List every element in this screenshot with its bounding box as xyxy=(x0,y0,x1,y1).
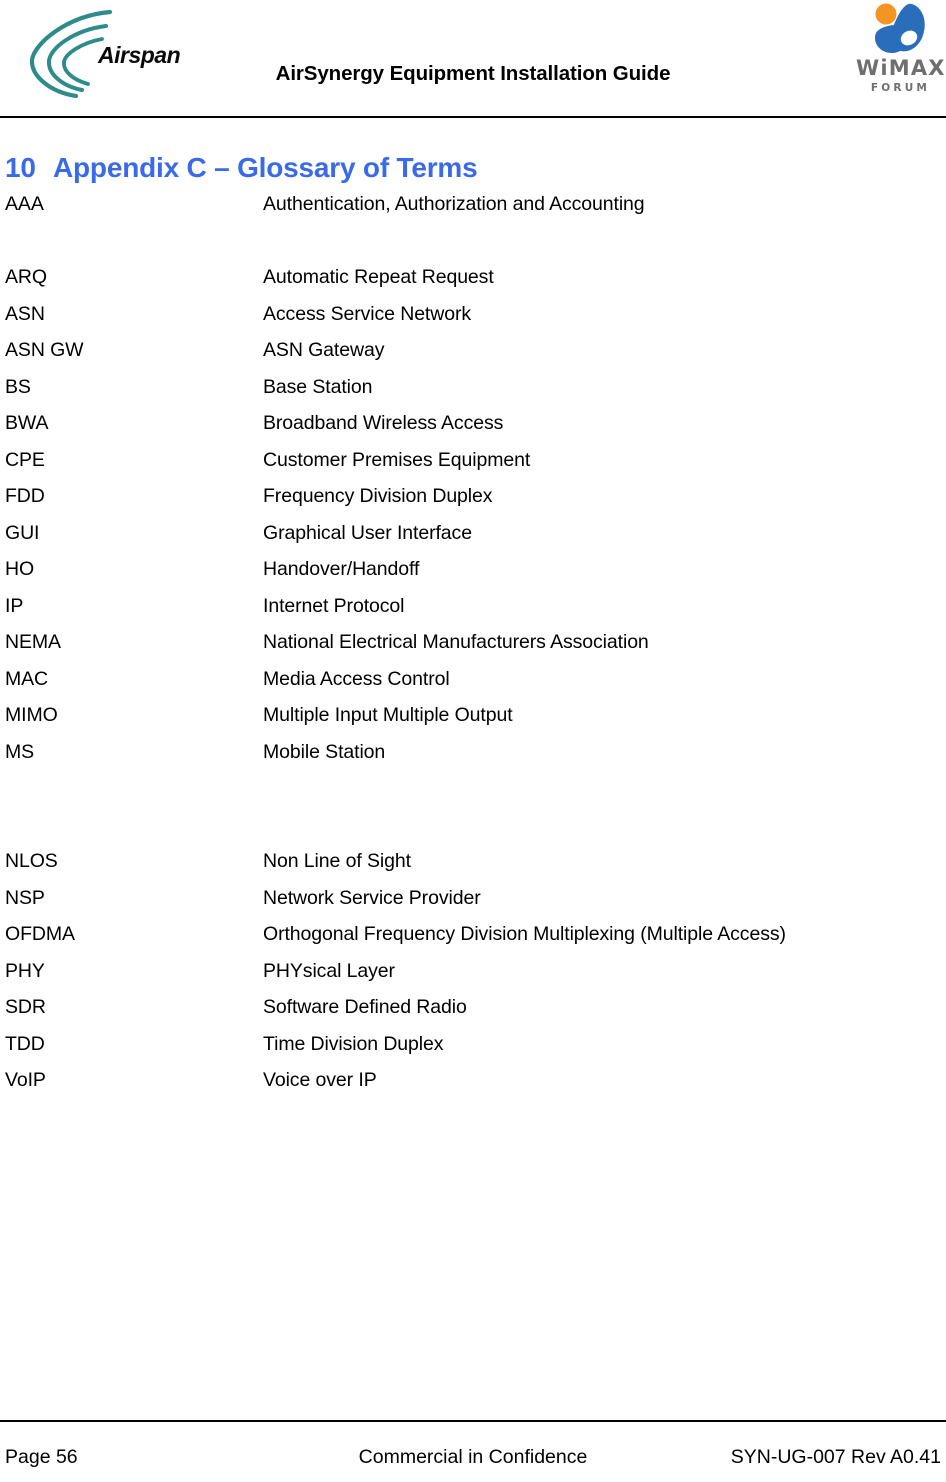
footer-divider xyxy=(0,1420,946,1422)
glossary-term: ASN GW xyxy=(5,339,84,361)
glossary-row: NLOS Non Line of Sight xyxy=(0,843,946,880)
document-reference: SYN-UG-007 Rev A0.41 xyxy=(730,1446,941,1468)
glossary-row: GUI Graphical User Interface xyxy=(0,515,946,552)
glossary-term: OFDMA xyxy=(5,923,75,945)
glossary-row: ASN GW ASN Gateway xyxy=(0,332,946,369)
glossary-definition: National Electrical Manufacturers Associ… xyxy=(263,631,649,653)
section-number: 10 xyxy=(5,151,36,183)
glossary-row: BS Base Station xyxy=(0,369,946,406)
section-title-text: Appendix C – Glossary of Terms xyxy=(53,151,478,183)
glossary-definition: Non Line of Sight xyxy=(263,850,411,872)
glossary-definition: Access Service Network xyxy=(263,302,472,325)
glossary-term: IP xyxy=(5,594,24,617)
page-footer: Page 56 Commercial in Confidence SYN-UG-… xyxy=(0,1420,946,1482)
glossary-row: SDR Software Defined Radio xyxy=(0,989,946,1026)
glossary-term: FDD xyxy=(5,485,45,507)
glossary-term: PHY xyxy=(5,959,45,982)
glossary-definition: Mobile Station xyxy=(263,740,386,763)
page-header: Airspan AirSynergy Equipment Installatio… xyxy=(0,0,946,118)
glossary-term: NEMA xyxy=(5,631,61,653)
glossary-row: MS Mobile Station xyxy=(0,734,946,771)
wimax-wordmark: WiMAX xyxy=(856,56,946,80)
glossary-spacer xyxy=(0,223,946,260)
glossary-term: NLOS xyxy=(5,850,58,872)
glossary-row: FDD Frequency Division Duplex xyxy=(0,478,946,515)
glossary-definition: Graphical User Interface xyxy=(263,521,472,544)
glossary-row: MAC Media Access Control xyxy=(0,661,946,698)
glossary-definition: Media Access Control xyxy=(263,667,450,690)
glossary-spacer xyxy=(0,770,946,807)
glossary-row: VoIP Voice over IP xyxy=(0,1062,946,1099)
glossary-definition: Multiple Input Multiple Output xyxy=(263,704,513,726)
glossary-list: AAA Authentication, Authorization and Acc… xyxy=(0,186,946,1099)
glossary-term: MS xyxy=(5,740,35,763)
glossary-row: NEMA National Electrical Manufacturers As… xyxy=(0,624,946,661)
glossary-term: AAA xyxy=(5,193,44,215)
glossary-term: NSP xyxy=(5,886,45,909)
glossary-definition: PHYsical Layer xyxy=(263,959,395,982)
glossary-row: BWA Broadband Wireless Access xyxy=(0,405,946,442)
glossary-row: OFDMA Orthogonal Frequency Division Multi… xyxy=(0,916,946,953)
glossary-spacer xyxy=(0,807,946,844)
glossary-term: CPE xyxy=(5,448,45,471)
glossary-term: VoIP xyxy=(5,1069,46,1091)
airspan-logo: Airspan xyxy=(14,6,184,102)
glossary-term: TDD xyxy=(5,1032,45,1055)
page-title: 10 Appendix C – Glossary of Terms xyxy=(5,152,478,184)
glossary-definition: Internet Protocol xyxy=(263,594,405,617)
glossary-term: BS xyxy=(5,375,31,398)
header-divider xyxy=(0,116,946,118)
glossary-row: AAA Authentication, Authorization and Acc… xyxy=(0,186,946,223)
wimax-forum-label: FORUM xyxy=(870,82,931,94)
glossary-term: ARQ xyxy=(5,266,47,288)
glossary-row: HO Handover/Handoff xyxy=(0,551,946,588)
document-title: AirSynergy Equipment Installation Guide xyxy=(275,62,671,85)
glossary-definition: ASN Gateway xyxy=(263,339,385,361)
glossary-term: MAC xyxy=(5,667,49,690)
glossary-definition: Voice over IP xyxy=(263,1069,377,1091)
glossary-row: TDD Time Division Duplex xyxy=(0,1026,946,1063)
glossary-term: BWA xyxy=(5,412,49,434)
glossary-row: ASN Access Service Network xyxy=(0,296,946,333)
glossary-definition: Base Station xyxy=(263,375,373,398)
glossary-row: ARQ Automatic Repeat Request xyxy=(0,259,946,296)
glossary-term: ASN xyxy=(5,302,45,325)
glossary-term: MIMO xyxy=(5,704,58,726)
glossary-row: MIMO Multiple Input Multiple Output xyxy=(0,697,946,734)
glossary-definition: Broadband Wireless Access xyxy=(263,412,504,434)
glossary-row: CPE Customer Premises Equipment xyxy=(0,442,946,479)
glossary-term: SDR xyxy=(5,996,46,1018)
glossary-definition: Software Defined Radio xyxy=(263,996,467,1018)
glossary-definition: Handover/Handoff xyxy=(263,558,420,580)
glossary-row: PHY PHYsical Layer xyxy=(0,953,946,990)
glossary-term: HO xyxy=(5,558,35,580)
glossary-definition: Orthogonal Frequency Division Multiplexi… xyxy=(263,923,786,945)
glossary-definition: Authentication, Authorization and Accoun… xyxy=(263,193,645,215)
glossary-definition: Time Division Duplex xyxy=(263,1032,444,1055)
glossary-row: NSP Network Service Provider xyxy=(0,880,946,917)
glossary-term: GUI xyxy=(5,521,40,544)
glossary-row: IP Internet Protocol xyxy=(0,588,946,625)
wimax-mark-icon xyxy=(875,3,925,53)
glossary-definition: Frequency Division Duplex xyxy=(263,485,493,507)
glossary-definition: Automatic Repeat Request xyxy=(263,266,494,288)
glossary-definition: Customer Premises Equipment xyxy=(263,448,531,471)
wimax-forum-logo: WiMAX FORUM xyxy=(856,2,946,106)
glossary-definition: Network Service Provider xyxy=(263,886,481,909)
